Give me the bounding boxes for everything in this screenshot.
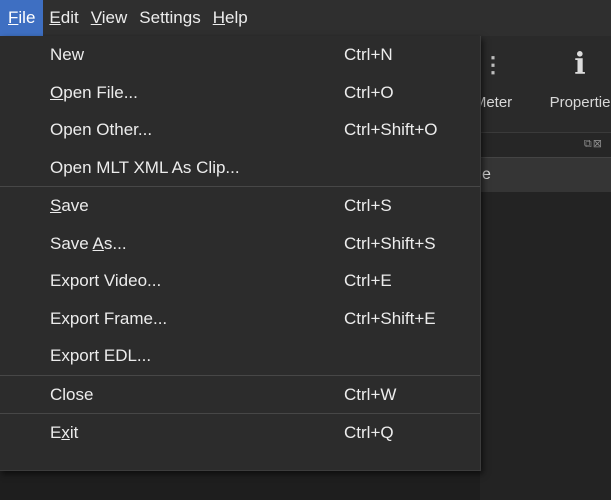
menu-help[interactable]: Help (207, 0, 254, 36)
menu-item-label: Save As... (50, 233, 127, 253)
dock-column-header[interactable]: e (480, 157, 611, 193)
menu-item-export-frame[interactable]: Export Frame... Ctrl+Shift+E (0, 300, 480, 338)
menu-item-label: Exit (50, 423, 79, 442)
menu-item-shortcut: Ctrl+W (344, 384, 397, 404)
menu-item-label: Close (50, 384, 94, 404)
menu-item-shortcut: Ctrl+Shift+E (344, 308, 436, 328)
properties-tool-label: Propertie (549, 94, 611, 111)
info-icon: i (574, 47, 586, 82)
menu-item-shortcut: Ctrl+O (344, 82, 394, 102)
menu-item-shortcut: Ctrl+E (344, 271, 392, 290)
dock-panel-body (480, 192, 611, 500)
menu-item-shortcut: Ctrl+N (344, 45, 393, 64)
menu-item-label: New (50, 45, 85, 64)
menu-item-shortcut: Ctrl+S (344, 196, 392, 215)
menu-item-label: Open MLT XML As Clip... (50, 157, 240, 177)
file-menu-dropdown: New Ctrl+N Open File... Ctrl+O Open Other...… (0, 36, 481, 471)
menu-item-open-other[interactable]: Open Other... Ctrl+Shift+O (0, 111, 480, 149)
properties-tool-button[interactable]: i Propertie (535, 36, 611, 132)
menu-item-open-file[interactable]: Open File... Ctrl+O (0, 74, 480, 112)
menu-item-export-video[interactable]: Export Video... Ctrl+E (0, 262, 480, 300)
menu-item-new[interactable]: New Ctrl+N (0, 36, 480, 74)
dock-header-text: e (482, 166, 491, 183)
menu-item-label: Save (50, 196, 89, 215)
menu-bar: File Edit View Settings Help (0, 0, 611, 36)
menu-item-label: Export EDL... (50, 346, 152, 365)
menu-item-export-edl[interactable]: Export EDL... (0, 337, 480, 375)
menu-file[interactable]: File (0, 0, 44, 36)
menu-edit[interactable]: Edit (43, 0, 84, 36)
menu-item-shortcut: Ctrl+Shift+O (344, 120, 438, 139)
menu-item-label: Open Other... (50, 120, 153, 139)
dock-float-close-buttons[interactable]: ⧉⊠ (584, 137, 603, 151)
app-window: ⋮ Meter i Propertie ⧉⊠ e File Edit View Set… (0, 0, 611, 500)
menu-item-open-mlt-xml-as-clip[interactable]: Open MLT XML As Clip... (0, 149, 480, 187)
menu-item-label: Export Frame... (50, 308, 168, 328)
menu-item-label: Open File... (50, 82, 138, 102)
menu-item-save-as[interactable]: Save As... Ctrl+Shift+S (0, 225, 480, 263)
menu-item-close[interactable]: Close Ctrl+W (0, 376, 480, 414)
dock-title-bar: ⧉⊠ (480, 132, 611, 157)
menu-item-label: Export Video... (50, 271, 162, 290)
menu-item-save[interactable]: Save Ctrl+S (0, 187, 480, 225)
menu-settings[interactable]: Settings (133, 0, 206, 36)
menu-view[interactable]: View (85, 0, 134, 36)
menu-item-exit[interactable]: Exit Ctrl+Q (0, 414, 480, 452)
menu-item-shortcut: Ctrl+Shift+S (344, 233, 436, 253)
menu-item-shortcut: Ctrl+Q (344, 423, 394, 442)
